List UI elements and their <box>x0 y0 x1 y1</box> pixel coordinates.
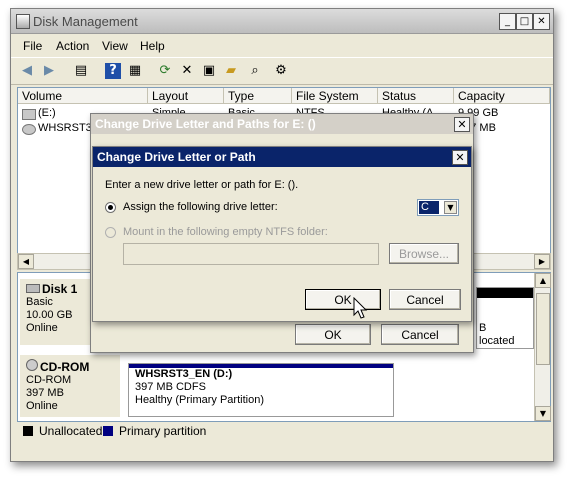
column-type[interactable]: Type <box>224 88 292 104</box>
scroll-right-icon[interactable]: ▶ <box>534 254 550 269</box>
scroll-thumb[interactable] <box>536 293 550 365</box>
column-file-system[interactable]: File System <box>292 88 378 104</box>
outer-cancel-button[interactable]: Cancel <box>381 324 459 345</box>
partition-size: 397 MB CDFS <box>135 381 206 393</box>
column-layout[interactable]: Layout <box>148 88 224 104</box>
unallocated-partition[interactable]: B located <box>476 287 534 349</box>
list-view-icon[interactable]: ▤ <box>73 63 89 79</box>
settings-icon[interactable]: ⚙ <box>273 63 289 79</box>
mount-folder-label[interactable]: Mount in the following empty NTFS folder… <box>123 226 328 238</box>
legend-unallocated: Unallocated <box>39 424 103 438</box>
scroll-down-icon[interactable]: ▼ <box>535 406 551 421</box>
disk-name: Disk 1 <box>42 282 78 296</box>
outer-ok-button[interactable]: OK <box>295 324 371 345</box>
partition-name: WHSRST3_EN (D:) <box>135 368 233 380</box>
close-button[interactable]: ✕ <box>533 13 550 30</box>
refresh-icon[interactable]: ⟳ <box>157 63 173 79</box>
chevron-down-icon[interactable]: ▼ <box>444 201 457 214</box>
menu-file[interactable]: File <box>23 39 42 53</box>
disk-management-app-icon <box>16 14 30 29</box>
ok-button[interactable]: OK <box>305 289 381 310</box>
help-icon[interactable]: ? <box>105 63 121 79</box>
change-drive-letter-dialog: Change Drive Letter or Path ✕ Enter a ne… <box>92 146 472 322</box>
open-folder-icon[interactable]: ▰ <box>223 63 239 79</box>
menu-action[interactable]: Action <box>56 39 89 53</box>
assign-letter-radio[interactable] <box>105 202 116 213</box>
cd-drive-icon <box>22 124 36 135</box>
disk-state: Online <box>26 400 58 412</box>
minimize-button[interactable]: _ <box>499 13 516 30</box>
scroll-left-icon[interactable]: ◀ <box>18 254 34 269</box>
legend: Unallocated Primary partition <box>17 423 549 441</box>
cdrom-label[interactable]: CD-ROM CD-ROM 397 MB Online <box>20 355 120 417</box>
disk-name: CD-ROM <box>40 360 90 374</box>
close-icon[interactable]: ✕ <box>454 117 470 132</box>
assign-letter-label[interactable]: Assign the following drive letter: <box>123 201 278 213</box>
unallocated-color-bar <box>477 288 533 298</box>
drive-letter-select[interactable]: C ▼ <box>417 199 459 216</box>
disk-type: CD-ROM <box>26 374 72 386</box>
prompt-text: Enter a new drive letter or path for E: … <box>105 179 299 191</box>
outer-dialog-title[interactable]: Change Drive Letter and Paths for E: () <box>91 114 473 134</box>
explore-icon[interactable]: ⌕ <box>247 63 263 79</box>
mount-folder-input[interactable] <box>123 243 379 265</box>
scroll-up-icon[interactable]: ▲ <box>535 273 551 288</box>
delete-icon[interactable]: ✕ <box>179 63 195 79</box>
mount-folder-radio[interactable] <box>105 227 116 238</box>
menu-bar: File Action View Help <box>11 34 553 56</box>
partition-size-fragment: B <box>479 322 487 334</box>
window-titlebar[interactable]: Disk Management _ □ ✕ <box>11 9 553 34</box>
cdrom-partition[interactable]: WHSRST3_EN (D:) 397 MB CDFS Healthy (Pri… <box>128 363 394 417</box>
browse-button[interactable]: Browse... <box>389 243 459 264</box>
properties-icon[interactable]: ▦ <box>127 63 143 79</box>
column-status[interactable]: Status <box>378 88 454 104</box>
menu-help[interactable]: Help <box>140 39 165 53</box>
mouse-cursor-icon <box>353 297 368 319</box>
menu-view[interactable]: View <box>102 39 128 53</box>
vertical-scrollbar[interactable]: ▲ ▼ <box>534 273 551 421</box>
drive-letter-value: C <box>419 201 439 214</box>
drive-icon <box>22 109 36 120</box>
maximize-button[interactable]: □ <box>516 13 533 30</box>
volume-name: WHSRST3_ <box>38 122 98 134</box>
inner-dialog-title[interactable]: Change Drive Letter or Path <box>93 147 471 167</box>
toolbar: ◀ ▶ ▤ ? ▦ ⟳ ✕ ▣ ▰ ⌕ ⚙ <box>11 57 553 85</box>
close-icon[interactable]: ✕ <box>452 150 468 165</box>
partition-status: Healthy (Primary Partition) <box>135 394 264 406</box>
forward-icon[interactable]: ▶ <box>41 63 57 79</box>
window-title: Disk Management <box>33 14 138 29</box>
disk-size: 397 MB <box>26 387 64 399</box>
legend-primary: Primary partition <box>119 424 207 438</box>
hard-disk-icon <box>26 284 40 293</box>
volume-name: (E:) <box>38 107 56 119</box>
cd-icon <box>26 359 38 371</box>
cancel-button[interactable]: Cancel <box>389 289 461 310</box>
unallocated-swatch <box>23 426 33 436</box>
partition-state-fragment: located <box>479 335 515 347</box>
back-icon[interactable]: ◀ <box>19 63 35 79</box>
column-volume[interactable]: Volume <box>18 88 148 104</box>
primary-swatch <box>103 426 113 436</box>
properties-sheet-icon[interactable]: ▣ <box>201 63 217 79</box>
column-capacity[interactable]: Capacity <box>454 88 550 104</box>
